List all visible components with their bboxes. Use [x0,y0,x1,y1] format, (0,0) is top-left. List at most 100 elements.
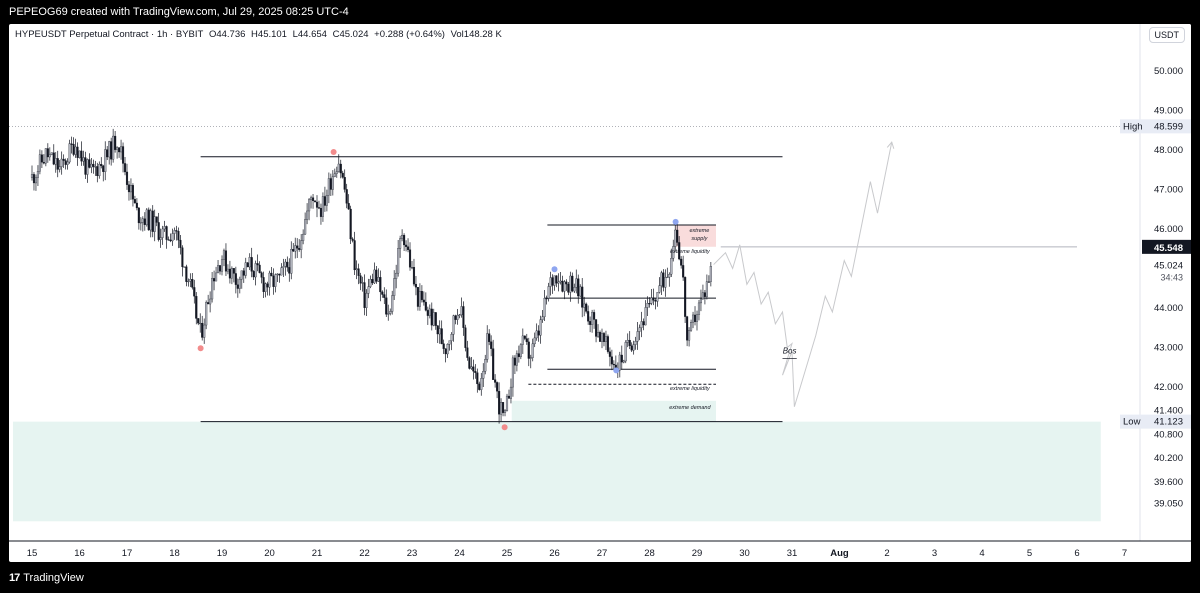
candle-body [688,330,691,341]
x-tick-label: 7 [1122,548,1127,559]
candle-body [207,302,210,305]
candle-body [472,366,475,372]
candle-body [680,258,683,266]
candle-body [460,306,463,316]
high-tag: High [1123,121,1143,132]
candle-body [38,154,41,172]
candle-body [705,281,708,297]
candle-body [666,276,669,279]
candle-body [74,146,77,155]
candle-body [197,318,200,324]
currency-button[interactable]: USDT [1148,27,1185,43]
annotation-4: extreme demand [669,405,711,411]
candle-body [120,146,123,153]
legend-high: H45.101 [251,29,287,40]
candle-body [268,272,271,288]
candle-body [260,272,263,278]
symbol-title[interactable]: HYPEUSDT Perpetual Contract · 1h · BYBIT [15,29,203,40]
candle-body [199,322,202,325]
candle-body [286,261,289,268]
y-tick-label: 39.050 [1154,499,1183,510]
candle-body [185,266,188,282]
candle-body [622,360,625,363]
y-tick-label: 48.000 [1154,145,1183,156]
candle-body [270,272,273,277]
y-tick-label: 49.000 [1154,106,1183,117]
candle-body [424,301,427,311]
candle-body [52,152,55,165]
candle-body [169,239,172,242]
candle-body [274,274,277,287]
x-tick-label: 27 [597,548,608,559]
candle-body [72,144,75,155]
candle-body [155,216,158,223]
candle-body [628,339,631,346]
candle-body [112,135,115,160]
candle-body [147,209,150,231]
candle-body [123,163,127,173]
candle-body [70,143,73,145]
candle-body [351,238,354,241]
candle-body [88,159,91,168]
y-tick-label: 44.000 [1154,303,1183,314]
candle-body [218,265,222,272]
y-tick-label: 46.000 [1154,224,1183,235]
candle-body [527,341,530,359]
candle-body [652,297,655,301]
candle-body [539,319,542,336]
candle-body [181,247,184,268]
candle-body [153,216,156,232]
candle-body [494,379,497,383]
candle-body [561,280,564,292]
candle-body [306,210,309,220]
candle-body [684,277,687,317]
candle-body [595,319,598,337]
annotation-2: extreme liquidity [670,249,711,255]
candle-body [149,210,152,231]
candle-body [135,202,138,209]
candle-body [660,272,663,286]
candle-body [446,344,449,355]
candle-body [244,262,247,276]
candle-body [555,275,558,284]
candle-body [537,330,540,336]
candle-body [375,269,378,282]
candle-body [608,351,611,357]
candle-body [48,154,51,158]
candle-body [333,173,336,177]
candle-body [583,303,586,308]
candle-body [264,283,267,292]
candle-body [662,272,665,288]
candle-body [381,291,384,295]
candle-body [337,163,340,172]
candle-body [32,174,36,184]
candle-body [422,299,425,303]
x-tick-label: 4 [979,548,984,559]
candle-body [60,158,63,167]
candle-body [399,238,402,249]
candle-body [276,273,279,275]
candle-body [238,279,241,289]
candle-body [442,343,445,349]
candle-body [406,246,410,250]
y-tick-label: 47.000 [1154,185,1183,196]
candle-body [331,176,334,190]
y-tick-label: 42.000 [1154,382,1183,393]
candle-body [454,315,457,320]
bar-countdown: 34:43 [1160,273,1183,283]
candle-body [246,262,249,268]
candle-body [66,161,69,165]
candle-body [468,357,471,369]
candle-body [676,229,679,243]
candle-body [228,268,231,279]
candle-body [258,264,261,273]
x-tick-label: 25 [502,548,513,559]
candle-body [379,277,382,293]
candle-body [500,402,503,415]
tradingview-logo[interactable]: 17 TradingView [9,572,84,584]
x-tick-label: 28 [644,548,655,559]
candle-body [648,303,651,305]
candle-body [387,313,390,315]
price-chart[interactable]: extreme supply extreme liquidity extreme li… [9,24,1191,562]
candle-body [104,149,107,172]
